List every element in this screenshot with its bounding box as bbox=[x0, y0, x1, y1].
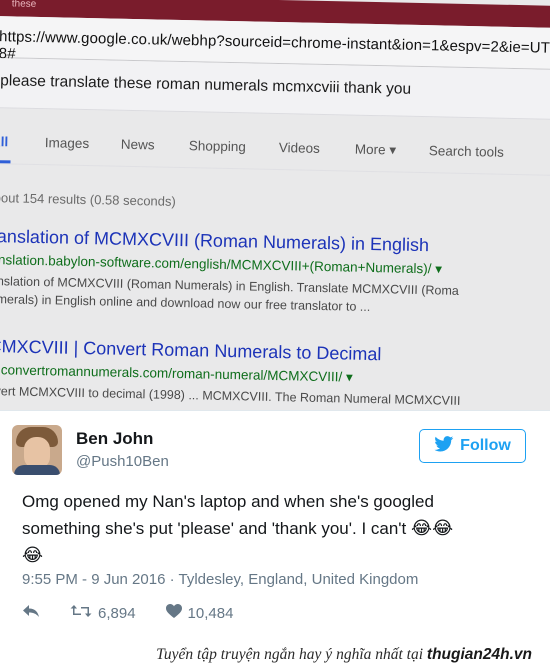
follow-button[interactable]: Follow bbox=[419, 429, 526, 463]
result-2-title[interactable]: CMXCVIII | Convert Roman Numerals to Dec… bbox=[0, 336, 382, 365]
tab-all[interactable]: All bbox=[0, 134, 8, 149]
tab-videos[interactable]: Videos bbox=[279, 140, 320, 156]
result-1-title[interactable]: ranslation of MCMXCVIII (Roman Numerals)… bbox=[0, 226, 429, 256]
browser-window: these https://www.google.co.uk/webhp?sou… bbox=[0, 0, 550, 410]
like-count: 10,484 bbox=[187, 604, 234, 622]
tweet-text-line: Omg opened my Nan's laptop and when she'… bbox=[22, 492, 434, 511]
active-tab-underline bbox=[0, 159, 11, 164]
search-nav-tabs: All Images News Shopping Videos More ▾ S… bbox=[0, 123, 550, 177]
twitter-bird-icon bbox=[434, 435, 454, 457]
laptop-screen-photo: these https://www.google.co.uk/webhp?sou… bbox=[0, 0, 550, 410]
tab-search-tools[interactable]: Search tools bbox=[429, 143, 504, 160]
tears-of-joy-emoji: 😂 bbox=[411, 518, 433, 538]
reply-button[interactable] bbox=[22, 604, 40, 622]
tweet-card: Ben John @Push10Ben Follow Omg opened my… bbox=[0, 410, 550, 628]
like-button[interactable]: 10,484 bbox=[165, 604, 234, 622]
tears-of-joy-emoji: 😂 bbox=[432, 518, 454, 538]
display-name[interactable]: Ben John bbox=[76, 429, 153, 449]
footer-caption-text: Tuyển tập truyện ngắn hay ý nghĩa nhất t… bbox=[156, 646, 424, 663]
avatar[interactable] bbox=[12, 425, 62, 475]
tweet-actions: 6,894 10,484 bbox=[22, 603, 263, 623]
google-search-box[interactable]: please translate these roman numerals mc… bbox=[0, 57, 550, 121]
tears-of-joy-emoji: 😂 bbox=[22, 545, 44, 565]
retweet-icon bbox=[70, 604, 92, 622]
reply-icon bbox=[22, 604, 40, 622]
tweet-text-line: something she's put 'please' and 'thank … bbox=[22, 515, 522, 542]
results-stats: bout 154 results (0.58 seconds) bbox=[0, 190, 176, 209]
result-1-url[interactable]: anslation.babylon-software.com/english/M… bbox=[0, 252, 442, 277]
search-query[interactable]: please translate these roman numerals mc… bbox=[0, 72, 411, 99]
avatar-shirt bbox=[14, 465, 60, 475]
retweet-button[interactable]: 6,894 bbox=[70, 604, 136, 622]
tab-news[interactable]: News bbox=[121, 137, 155, 153]
tab-images[interactable]: Images bbox=[45, 135, 90, 151]
result-2-snippet: nvert MCMXCVIII to decimal (1998) ... MC… bbox=[0, 383, 461, 408]
follow-button-label: Follow bbox=[460, 437, 511, 454]
tweet-text-segment: something she's put 'please' and 'thank … bbox=[22, 519, 407, 538]
footer-caption: Tuyển tập truyện ngắn hay ý nghĩa nhất t… bbox=[156, 646, 532, 664]
heart-icon bbox=[165, 604, 182, 622]
tab-more[interactable]: More ▾ bbox=[355, 142, 397, 159]
tab-shopping[interactable]: Shopping bbox=[189, 138, 246, 154]
tweet-text: Omg opened my Nan's laptop and when she'… bbox=[22, 489, 522, 569]
user-handle[interactable]: @Push10Ben bbox=[76, 453, 169, 470]
result-1-snippet: umerals) in English online and download … bbox=[0, 292, 371, 314]
tweet-text-line: 😂 bbox=[22, 542, 522, 569]
result-2-url[interactable]: w.convertromannumerals.com/roman-numeral… bbox=[0, 362, 353, 386]
browser-tab-text: these bbox=[11, 0, 37, 10]
footer-caption-bar: Tuyển tập truyện ngắn hay ý nghĩa nhất t… bbox=[0, 628, 550, 671]
tweet-timestamp-location[interactable]: 9:55 PM - 9 Jun 2016 · Tyldesley, Englan… bbox=[22, 571, 418, 588]
footer-brand[interactable]: thugian24h.vn bbox=[427, 646, 532, 663]
retweet-count: 6,894 bbox=[98, 604, 136, 622]
